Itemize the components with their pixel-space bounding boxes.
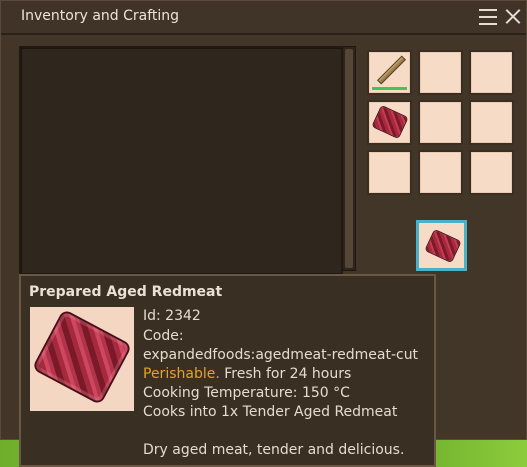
redmeat-icon xyxy=(34,311,130,403)
crafting-slot-6[interactable] xyxy=(469,100,514,145)
cooking-temperature: Cooking Temperature: 150 °C xyxy=(143,385,350,401)
scrollbar-thumb[interactable] xyxy=(345,49,353,268)
close-icon[interactable] xyxy=(504,7,522,25)
freshness-line: Perishable. Fresh for 24 hours xyxy=(143,366,351,382)
inventory-panel[interactable] xyxy=(19,46,343,275)
crafting-slot-1[interactable] xyxy=(367,50,412,95)
menu-icon[interactable] xyxy=(479,9,497,25)
stick-icon xyxy=(377,55,406,85)
crafting-output-slot[interactable] xyxy=(416,220,467,271)
crafting-slot-5[interactable] xyxy=(418,100,463,145)
crafting-slot-7[interactable] xyxy=(367,150,412,195)
crafting-slot-2[interactable] xyxy=(418,50,463,95)
perishable-label: Perishable. xyxy=(143,366,220,382)
redmeat-icon xyxy=(372,106,408,138)
crafting-slot-4[interactable] xyxy=(367,100,412,145)
crafting-slot-3[interactable] xyxy=(469,50,514,95)
item-code: expandedfoods:agedmeat-redmeat-cut xyxy=(143,347,419,363)
crafting-slot-8[interactable] xyxy=(418,150,463,195)
durability-bar xyxy=(372,87,407,90)
freshness-text: Fresh for 24 hours xyxy=(224,366,352,382)
item-description: Dry aged meat, tender and delicious. xyxy=(143,442,405,458)
window-title: Inventory and Crafting xyxy=(21,8,180,24)
item-code-label: Code: xyxy=(143,328,184,344)
title-bar[interactable]: Inventory and Crafting xyxy=(1,1,526,35)
crafting-slot-9[interactable] xyxy=(469,150,514,195)
cooks-into: Cooks into 1x Tender Aged Redmeat xyxy=(143,404,398,420)
item-image xyxy=(30,307,134,411)
item-id: Id: 2342 xyxy=(143,308,201,324)
redmeat-icon xyxy=(425,230,461,262)
tooltip-title: Prepared Aged Redmeat xyxy=(29,284,223,300)
item-tooltip: Prepared Aged Redmeat Id: 2342 Code: exp… xyxy=(19,274,436,467)
inventory-scrollbar[interactable] xyxy=(342,46,356,271)
